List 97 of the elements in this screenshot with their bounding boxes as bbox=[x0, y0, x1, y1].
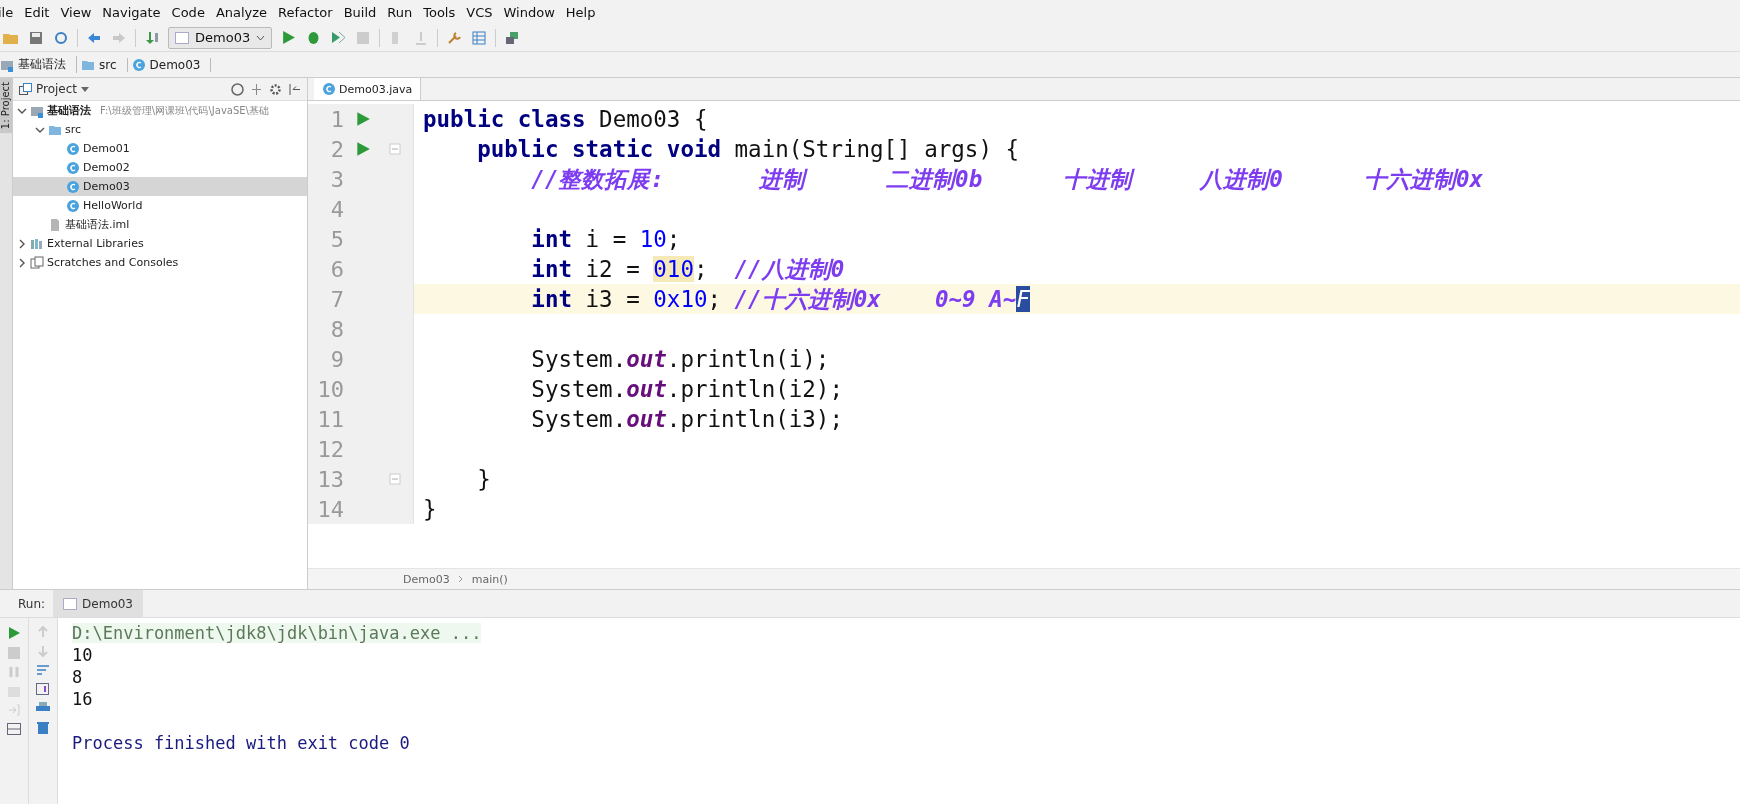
menu-item[interactable]: Help bbox=[565, 4, 604, 20]
run-label: Run: bbox=[18, 596, 46, 611]
print-icon[interactable] bbox=[36, 702, 50, 714]
line-number: 6 bbox=[329, 256, 344, 282]
fold-marker-icon[interactable] bbox=[389, 473, 401, 485]
editor-tab[interactable]: Demo03.java bbox=[314, 78, 422, 100]
breadcrumb-item[interactable]: 基础语法 bbox=[0, 56, 77, 73]
tree-item[interactable]: 基础语法.iml bbox=[13, 215, 307, 234]
project-tool-tab[interactable]: 1: Project bbox=[0, 78, 12, 134]
line-number: 2 bbox=[329, 136, 344, 162]
menu-item[interactable]: Analyze bbox=[215, 4, 276, 20]
tree-item[interactable]: 基础语法 F:\班级管理\网课班\代码\JavaSE\基础 bbox=[13, 101, 307, 120]
menu-item[interactable]: Run bbox=[387, 4, 421, 20]
file-icon bbox=[48, 217, 62, 232]
console-line: 8 bbox=[72, 667, 83, 687]
trash-icon[interactable] bbox=[37, 721, 49, 734]
soft-wrap-icon[interactable] bbox=[36, 664, 50, 676]
caret-icon bbox=[81, 86, 90, 92]
menu-item[interactable]: Tools bbox=[423, 4, 464, 20]
line-number: 4 bbox=[329, 196, 344, 222]
run-icon[interactable] bbox=[280, 30, 296, 45]
tree-item[interactable]: Demo02 bbox=[13, 158, 307, 177]
class-icon bbox=[131, 57, 146, 72]
code-line: //整数拓展: 进制 二进制0b 十进制 八进制0 十六进制0x bbox=[530, 164, 1485, 194]
menu-item[interactable]: Window bbox=[503, 4, 563, 20]
editor-breadcrumb-item[interactable]: main() bbox=[471, 572, 508, 586]
console-line: Process finished with exit code 0 bbox=[72, 733, 410, 753]
window-icon bbox=[63, 597, 78, 610]
scratches-icon bbox=[30, 255, 44, 270]
line-number: 1 bbox=[329, 106, 344, 132]
caret-icon bbox=[256, 34, 266, 41]
console-line: 10 bbox=[72, 645, 93, 665]
menu-item[interactable]: Build bbox=[343, 4, 385, 20]
tree-item[interactable]: Scratches and Consoles bbox=[13, 253, 307, 272]
layout-icon[interactable] bbox=[7, 723, 21, 735]
menu-item[interactable]: ile bbox=[0, 4, 22, 20]
run-gutter-icon[interactable] bbox=[355, 141, 371, 157]
back-arrow-icon[interactable] bbox=[87, 30, 101, 45]
project-structure-icon[interactable] bbox=[472, 30, 487, 45]
class-icon bbox=[66, 198, 80, 213]
line-number: 7 bbox=[329, 286, 344, 312]
library-icon bbox=[30, 236, 44, 251]
line-number: 14 bbox=[316, 496, 344, 522]
code-line: } bbox=[422, 495, 438, 524]
line-number: 11 bbox=[316, 406, 344, 432]
project-view-dropdown[interactable]: Project bbox=[19, 82, 90, 96]
menu-item[interactable]: VCS bbox=[466, 4, 501, 20]
fold-marker-icon[interactable] bbox=[389, 143, 401, 155]
tree-item[interactable]: External Libraries bbox=[13, 234, 307, 253]
line-number: 9 bbox=[329, 346, 344, 372]
tree-item[interactable]: Demo01 bbox=[13, 139, 307, 158]
project-path: F:\班级管理\网课班\代码\JavaSE\基础 bbox=[100, 103, 269, 118]
class-icon bbox=[66, 179, 80, 194]
line-number: 12 bbox=[316, 436, 344, 462]
menu-item[interactable]: View bbox=[60, 4, 100, 20]
tree-item[interactable]: src bbox=[13, 120, 307, 139]
breadcrumb-item[interactable]: Demo03 bbox=[131, 57, 212, 72]
settings-icon[interactable] bbox=[269, 82, 282, 96]
chevron-right-icon[interactable] bbox=[17, 238, 27, 249]
menu-item[interactable]: Refactor bbox=[278, 4, 341, 20]
build-icon[interactable] bbox=[145, 30, 159, 45]
tree-item[interactable]: HelloWorld bbox=[13, 196, 307, 215]
code-line: System.out.println(i); bbox=[530, 345, 831, 374]
tree-item[interactable]: Demo03 bbox=[13, 177, 307, 196]
chevron-right-icon bbox=[457, 575, 464, 583]
line-number: 10 bbox=[316, 376, 344, 402]
class-icon bbox=[322, 82, 336, 96]
chevron-right-icon[interactable] bbox=[17, 257, 27, 268]
code-line: int i2 = 010; //八进制0 bbox=[530, 254, 846, 284]
line-number: 8 bbox=[329, 316, 344, 342]
line-number: 3 bbox=[329, 166, 344, 192]
hide-panel-icon[interactable] bbox=[288, 82, 301, 96]
console-line: 16 bbox=[72, 689, 93, 709]
run-gutter-icon[interactable] bbox=[355, 111, 371, 127]
code-line: public class Demo03 { bbox=[422, 105, 709, 134]
rerun-icon[interactable] bbox=[7, 626, 21, 640]
project-icon bbox=[19, 83, 32, 95]
run-tab[interactable]: Demo03 bbox=[53, 590, 143, 617]
code-line: System.out.println(i2); bbox=[530, 375, 844, 404]
breadcrumb-item[interactable]: src bbox=[81, 57, 128, 72]
menu-item[interactable]: Navigate bbox=[102, 4, 169, 20]
code-line: int i = 10; bbox=[530, 225, 682, 254]
editor-breadcrumb-item[interactable]: Demo03 bbox=[403, 572, 450, 586]
class-icon bbox=[66, 160, 80, 175]
code-line: System.out.println(i3); bbox=[530, 405, 844, 434]
window-icon bbox=[175, 31, 189, 44]
code-line: } bbox=[476, 465, 492, 494]
class-icon bbox=[66, 141, 80, 156]
menu-item[interactable]: Edit bbox=[24, 4, 58, 20]
line-number: 5 bbox=[329, 226, 344, 252]
wrench-icon[interactable] bbox=[447, 30, 462, 45]
line-number: 13 bbox=[316, 466, 344, 492]
code-line: public static void main(String[] args) { bbox=[476, 135, 1021, 164]
save-icon[interactable] bbox=[29, 30, 43, 45]
menu-item[interactable]: Code bbox=[171, 4, 213, 20]
run-config-dropdown[interactable]: Demo03 bbox=[168, 26, 273, 49]
coverage-icon[interactable] bbox=[330, 30, 346, 45]
